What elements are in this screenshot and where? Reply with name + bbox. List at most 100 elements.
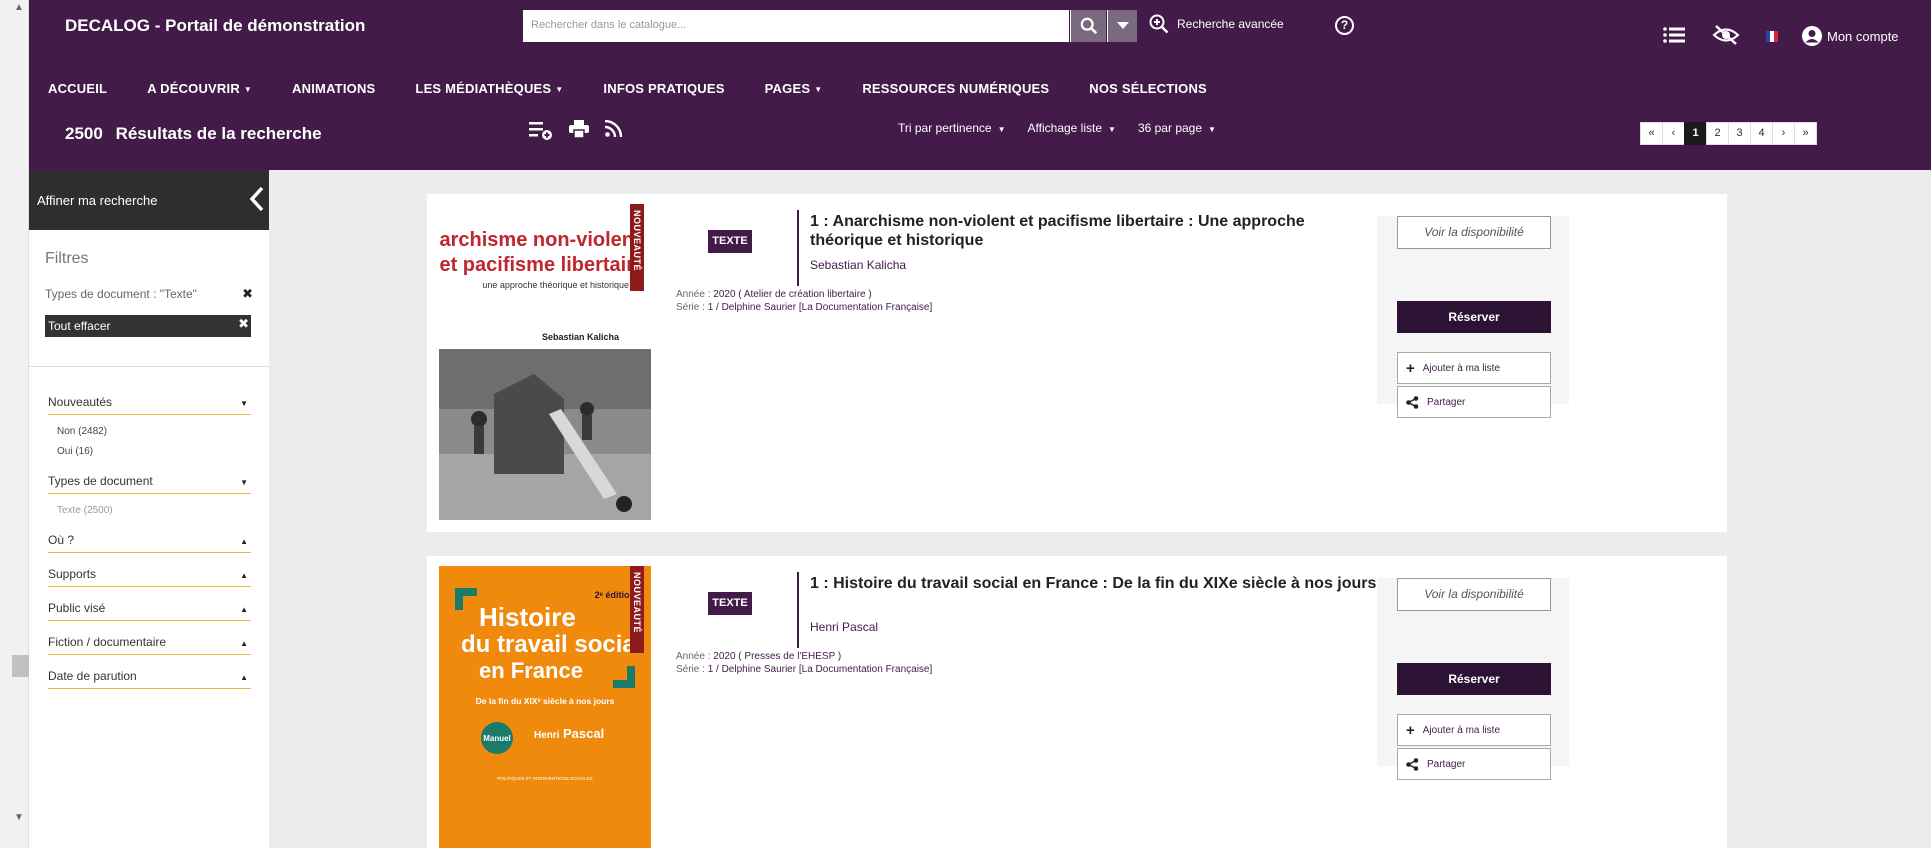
remove-filter-icon[interactable]: ✖ xyxy=(242,286,253,302)
doc-type-badge: TEXTE xyxy=(708,592,752,615)
year-value[interactable]: 2020 xyxy=(713,289,735,300)
sidebar-title: Affiner ma recherche xyxy=(37,193,158,208)
year-value[interactable]: 2020 xyxy=(713,651,735,662)
caret-down-icon: ▼ xyxy=(814,85,823,95)
add-to-list-button[interactable]: + Ajouter à ma liste xyxy=(1397,714,1551,746)
rss-icon[interactable] xyxy=(605,120,622,137)
facet-option-oui[interactable]: Oui (16) xyxy=(57,446,93,457)
nav-item-animations[interactable]: ANIMATIONS xyxy=(292,81,375,96)
cover-line2: du travail social xyxy=(461,631,642,658)
series-value[interactable]: 1 / Delphine Saurier [La Documentation F… xyxy=(708,302,933,313)
share-label: Partager xyxy=(1427,396,1466,408)
page-scrollbar[interactable]: ▲ ▼ xyxy=(0,0,29,848)
page-prev[interactable]: ‹ xyxy=(1662,122,1685,145)
reserve-button[interactable]: Réserver xyxy=(1397,663,1551,695)
facet-supports[interactable]: Supports ▲ xyxy=(48,567,251,587)
facet-option-texte[interactable]: Texte (2500) xyxy=(57,505,113,516)
facet-date[interactable]: Date de parution ▲ xyxy=(48,669,251,689)
availability-button[interactable]: Voir la disponibilité xyxy=(1397,578,1551,611)
book-cover[interactable]: anarchisme non-violen et pacifisme liber… xyxy=(416,204,651,520)
help-icon[interactable]: ? xyxy=(1335,16,1354,35)
result-title[interactable]: 1 : Histoire du travail social en France… xyxy=(810,574,1430,593)
scroll-up-arrow-icon[interactable]: ▲ xyxy=(14,2,24,13)
sidebar-header[interactable]: Affiner ma recherche xyxy=(29,170,269,230)
page-4[interactable]: 4 xyxy=(1750,122,1773,145)
year-label: Année : xyxy=(676,289,711,300)
clear-all-button[interactable]: Tout effacer ✖ xyxy=(45,315,251,337)
caret-up-icon: ▲ xyxy=(240,639,248,648)
cover-image: anarchisme non-violen et pacifisme liber… xyxy=(416,204,651,520)
cover-author: Sebastian Kalicha xyxy=(542,332,620,342)
result-title[interactable]: 1 : Anarchisme non-violent et pacifisme … xyxy=(810,212,1370,250)
nav-item-mediatheques[interactable]: LES MÉDIATHÈQUES ▼ xyxy=(415,81,563,96)
chevron-left-icon[interactable] xyxy=(249,186,265,212)
nav-item-ressources-numeriques[interactable]: RESSOURCES NUMÉRIQUES xyxy=(862,81,1049,96)
display-dropdown[interactable]: Affichage liste ▼ xyxy=(1028,121,1116,135)
sort-dropdown[interactable]: Tri par pertinence ▼ xyxy=(898,121,1006,135)
result-card: anarchisme non-violen et pacifisme liber… xyxy=(416,194,1727,532)
pagination: « ‹ 1 2 3 4 › » xyxy=(1640,122,1817,145)
account-menu[interactable]: Mon compte xyxy=(1802,26,1899,46)
add-to-list-button[interactable]: + Ajouter à ma liste xyxy=(1397,352,1551,384)
facet-types-document[interactable]: Types de document ▼ xyxy=(48,474,251,494)
list-view-icon[interactable] xyxy=(1663,26,1685,44)
results-label: Résultats de la recherche xyxy=(115,124,322,143)
cover-title-line2: et pacifisme libertair xyxy=(439,254,634,276)
search-input[interactable]: Rechercher dans le catalogue... xyxy=(523,10,1069,42)
nav-label: ACCUEIL xyxy=(48,81,108,96)
publisher-value[interactable]: ( Presses de l'EHESP ) xyxy=(738,651,841,662)
nav-item-pages[interactable]: PAGES ▼ xyxy=(765,81,823,96)
series-value[interactable]: 1 / Delphine Saurier [La Documentation F… xyxy=(708,664,933,675)
print-icon[interactable] xyxy=(569,120,589,138)
cover-circle-label: Manuel xyxy=(483,734,511,743)
nav-label: A DÉCOUVRIR xyxy=(147,81,240,96)
site-brand[interactable]: DECALOG - Portail de démonstration xyxy=(65,16,365,36)
facet-fiction[interactable]: Fiction / documentaire ▲ xyxy=(48,635,251,655)
language-flag-fr-icon[interactable] xyxy=(1766,31,1778,42)
add-to-list-icon[interactable] xyxy=(529,120,553,140)
page-first[interactable]: « xyxy=(1640,122,1663,145)
scroll-down-arrow-icon[interactable]: ▼ xyxy=(14,812,24,823)
page-last[interactable]: » xyxy=(1794,122,1817,145)
share-button[interactable]: Partager xyxy=(1397,386,1551,418)
reserve-button[interactable]: Réserver xyxy=(1397,301,1551,333)
page-2[interactable]: 2 xyxy=(1706,122,1729,145)
result-author[interactable]: Henri Pascal xyxy=(810,620,878,634)
user-circle-icon xyxy=(1802,26,1822,46)
nav-item-a-decouvrir[interactable]: A DÉCOUVRIR ▼ xyxy=(147,81,252,96)
refine-sidebar: Affiner ma recherche Filtres Types de do… xyxy=(29,170,269,848)
page-1[interactable]: 1 xyxy=(1684,122,1707,145)
result-author[interactable]: Sebastian Kalicha xyxy=(810,258,906,272)
active-filter-label: Types de document : "Texte" xyxy=(45,287,197,301)
divider xyxy=(797,210,799,286)
nav-item-nos-selections[interactable]: NOS SÉLECTIONS xyxy=(1089,81,1207,96)
nav-label: PAGES xyxy=(764,81,811,96)
facet-nouveautes[interactable]: Nouveautés ▼ xyxy=(48,395,251,415)
facet-label: Date de parution xyxy=(48,669,137,683)
accessibility-eye-slash-icon[interactable] xyxy=(1712,24,1740,46)
page-next[interactable]: › xyxy=(1772,122,1795,145)
zoom-in-icon xyxy=(1149,14,1169,34)
search-placeholder: Rechercher dans le catalogue... xyxy=(531,19,687,31)
facet-ou[interactable]: Où ? ▲ xyxy=(48,533,251,553)
facet-public[interactable]: Public visé ▲ xyxy=(48,601,251,621)
share-button[interactable]: Partager xyxy=(1397,748,1551,780)
publisher-value[interactable]: ( Atelier de création libertaire ) xyxy=(738,289,871,300)
share-label: Partager xyxy=(1427,758,1466,770)
active-filter: Types de document : "Texte" ✖ xyxy=(45,286,253,302)
search-options-dropdown[interactable] xyxy=(1107,10,1137,42)
cover-line3: en France xyxy=(479,658,583,683)
advanced-search-link[interactable]: Recherche avancée xyxy=(1149,14,1284,34)
cover-footer: POLITIQUES ET INTERVENTIONS SOCIALES xyxy=(497,776,592,781)
per-page-dropdown[interactable]: 36 par page ▼ xyxy=(1138,121,1216,135)
search-button[interactable] xyxy=(1070,10,1106,42)
facet-option-non[interactable]: Non (2482) xyxy=(57,426,107,437)
page-3[interactable]: 3 xyxy=(1728,122,1751,145)
scrollbar-thumb[interactable] xyxy=(12,655,29,677)
facet-label: Où ? xyxy=(48,533,75,547)
nav-item-infos-pratiques[interactable]: INFOS PRATIQUES xyxy=(603,81,724,96)
nav-item-accueil[interactable]: ACCUEIL xyxy=(48,81,107,96)
filters-title: Filtres xyxy=(45,250,89,267)
book-cover[interactable]: 2ᵉ édition Histoire du travail social en… xyxy=(439,566,651,848)
availability-button[interactable]: Voir la disponibilité xyxy=(1397,216,1551,249)
